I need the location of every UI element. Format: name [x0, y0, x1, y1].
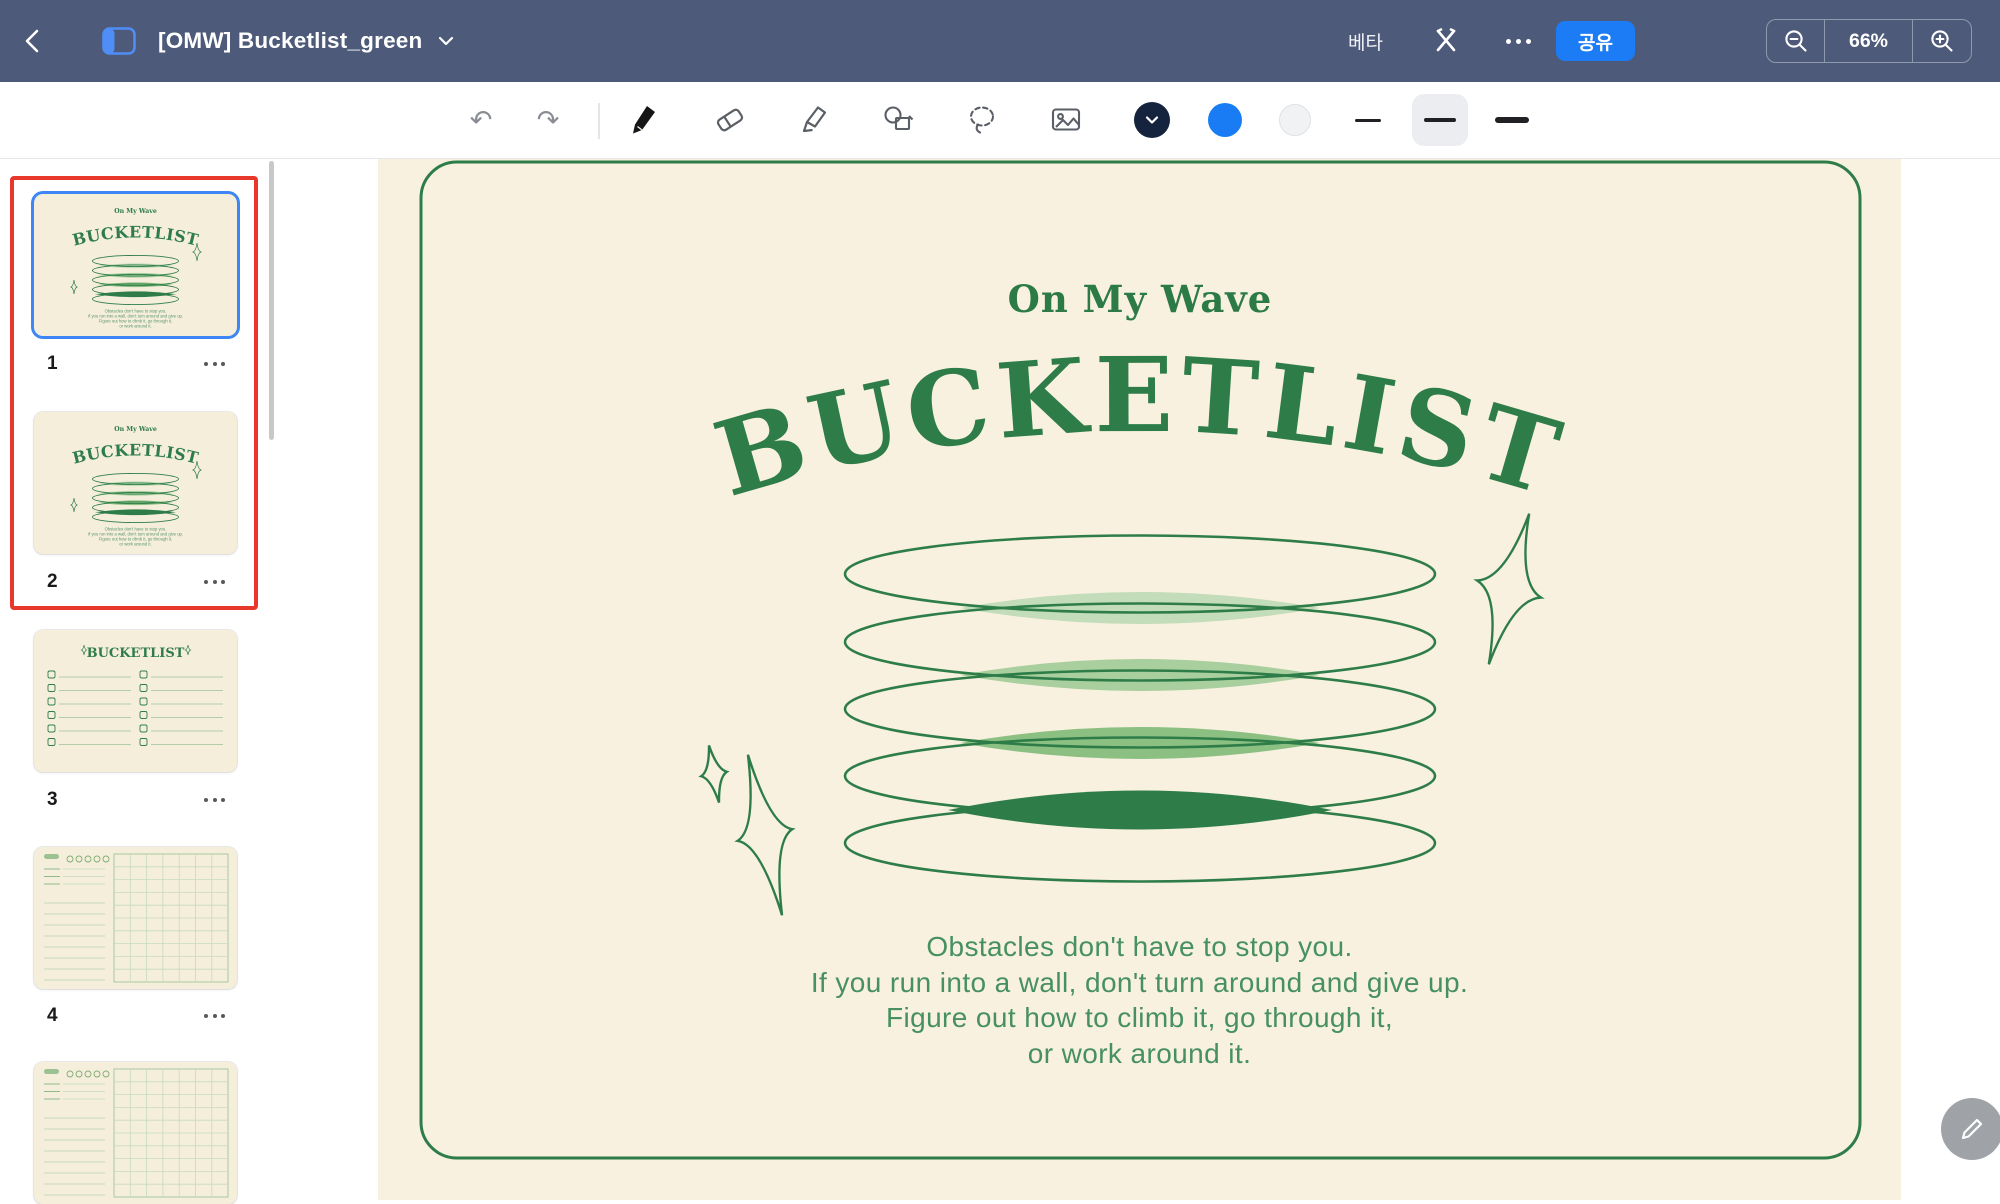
color-swatch-blue[interactable]: [1203, 98, 1247, 142]
undo-icon: ↶: [470, 107, 493, 134]
page-label-row: 3: [34, 787, 237, 813]
svg-text:or work around it.: or work around it.: [119, 324, 151, 329]
toolbar: ↶ ↷: [0, 82, 2000, 159]
chevron-left-icon: [17, 24, 51, 58]
zoom-out-button[interactable]: [1767, 20, 1824, 62]
page-menu-button[interactable]: [202, 792, 227, 808]
page-label-row: 1: [34, 351, 237, 377]
pages-sidebar: On My Wave BUCKETLIST Obstacles don't ha…: [0, 159, 281, 1200]
color-expand-button[interactable]: [1130, 98, 1174, 142]
quote-line: Obstacles don't have to stop you.: [378, 929, 1901, 965]
sidebar-toggle-button[interactable]: [100, 24, 138, 58]
page-label-row: 4: [34, 1003, 237, 1029]
image-tool-button[interactable]: [1044, 98, 1088, 142]
shape-tool-button[interactable]: [876, 98, 920, 142]
document-title: [OMW] Bucketlist_green: [158, 28, 422, 54]
image-icon: [1049, 103, 1083, 137]
page-number: 4: [47, 1005, 58, 1027]
canvas-area: On My Wave BUCKETLIST: [281, 159, 2000, 1200]
current-color-swatch: [1134, 102, 1170, 138]
white-color-icon: [1279, 104, 1311, 136]
page-number: 1: [47, 353, 58, 375]
quote-line: or work around it.: [378, 1036, 1901, 1072]
stroke-width-small-button[interactable]: [1346, 98, 1390, 142]
page-number: 3: [47, 789, 58, 811]
page-menu-button[interactable]: [202, 1008, 227, 1024]
svg-text:BUCKETLIST: BUCKETLIST: [87, 646, 185, 661]
blue-color-icon: [1208, 103, 1242, 137]
stroke-large-icon: [1495, 117, 1529, 123]
svg-text:BUCKETLIST: BUCKETLIST: [70, 440, 200, 467]
zoom-controls: 66%: [1766, 19, 1972, 63]
more-options-icon: [1506, 39, 1531, 44]
cover-thumbnail-art: On My Wave BUCKETLIST Obstacles don't ha…: [34, 412, 237, 554]
page-number: 2: [47, 571, 58, 593]
edit-mode-button[interactable]: [1941, 1098, 2000, 1160]
quote-line: If you run into a wall, don't turn aroun…: [378, 965, 1901, 1001]
pen-icon: [627, 103, 661, 137]
header: [OMW] Bucketlist_green 베타 공유: [0, 0, 2000, 82]
color-swatch-white[interactable]: [1273, 98, 1317, 142]
beta-badge: 베타: [1348, 0, 1383, 82]
redo-icon: ↷: [537, 107, 560, 134]
highlighter-tool-button[interactable]: [792, 98, 836, 142]
cover-thumbnail-art: On My Wave BUCKETLIST Obstacles don't ha…: [34, 194, 237, 336]
svg-text:On My Wave: On My Wave: [114, 426, 157, 433]
sidebar-icon: [101, 25, 137, 57]
pen-tool-button[interactable]: [622, 98, 666, 142]
zoom-in-icon: [1927, 26, 1957, 56]
redo-button[interactable]: ↷: [526, 98, 570, 142]
page-label-row: 2: [34, 569, 237, 595]
crossed-tools-icon: [1428, 23, 1464, 59]
sidebar-scrollbar-thumb[interactable]: [269, 161, 274, 440]
highlighter-icon: [797, 103, 831, 137]
page-thumbnail-4[interactable]: [34, 847, 237, 989]
document-title-button[interactable]: [OMW] Bucketlist_green: [158, 0, 456, 82]
page-thumbnail-3[interactable]: BUCKETLIST: [34, 630, 237, 772]
chevron-down-icon: [1143, 113, 1161, 127]
back-button[interactable]: [14, 21, 54, 61]
svg-text:BUCKETLIST: BUCKETLIST: [70, 222, 200, 249]
pencil-icon: [1957, 1114, 1987, 1144]
share-button[interactable]: 공유: [1556, 21, 1635, 61]
planner-thumbnail-art: [34, 1062, 237, 1204]
list-thumbnail-art: BUCKETLIST: [34, 630, 237, 772]
eraser-icon: [713, 103, 747, 137]
eraser-tool-button[interactable]: [708, 98, 752, 142]
page-thumbnail-5[interactable]: [34, 1062, 237, 1204]
planner-thumbnail-art: [34, 847, 237, 989]
lasso-icon: [965, 103, 999, 137]
toolbar-divider: [598, 103, 600, 139]
page-menu-button[interactable]: [202, 574, 227, 590]
undo-button[interactable]: ↶: [459, 98, 503, 142]
stroke-small-icon: [1355, 119, 1381, 122]
svg-text:On My Wave: On My Wave: [114, 208, 157, 215]
stroke-width-large-button[interactable]: [1490, 98, 1534, 142]
zoom-in-button[interactable]: [1913, 20, 1970, 62]
stroke-width-medium-button[interactable]: [1412, 94, 1468, 146]
shapes-icon: [881, 103, 915, 137]
page-thumbnail-2[interactable]: On My Wave BUCKETLIST Obstacles don't ha…: [34, 412, 237, 554]
zoom-level: 66%: [1824, 20, 1913, 62]
svg-text:or work around it.: or work around it.: [119, 542, 151, 547]
cover-quote: Obstacles don't have to stop you. If you…: [378, 929, 1901, 1071]
drawing-canvas[interactable]: On My Wave BUCKETLIST: [378, 159, 1901, 1200]
stroke-medium-icon: [1424, 118, 1456, 123]
lasso-tool-button[interactable]: [960, 98, 1004, 142]
cover-subtitle: On My Wave: [1008, 277, 1273, 321]
zoom-out-icon: [1781, 26, 1811, 56]
more-options-button[interactable]: [1496, 19, 1540, 63]
quote-line: Figure out how to climb it, go through i…: [378, 1000, 1901, 1036]
page-thumbnail-1[interactable]: On My Wave BUCKETLIST Obstacles don't ha…: [34, 194, 237, 336]
page-menu-button[interactable]: [202, 356, 227, 372]
cover-title: BUCKETLIST: [703, 335, 1578, 521]
coil-illustration: [845, 536, 1435, 882]
crossed-tools-button[interactable]: [1424, 19, 1468, 63]
chevron-down-icon: [436, 32, 456, 50]
